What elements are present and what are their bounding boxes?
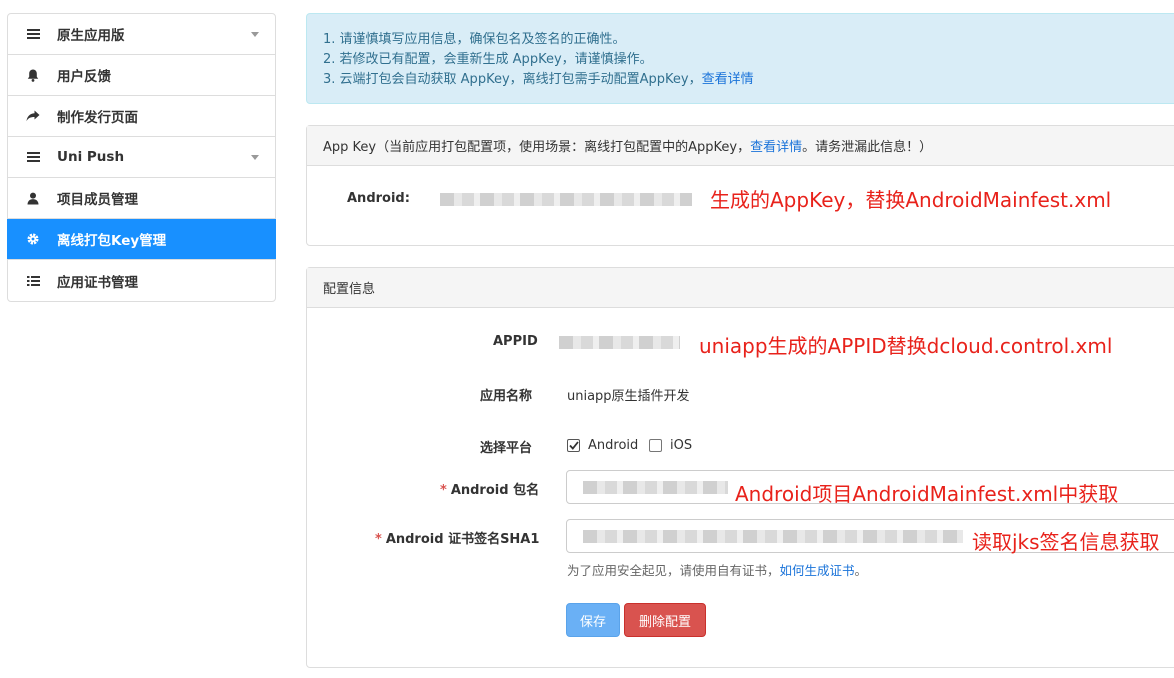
sidebar-item-label: 原生应用版 [57, 28, 125, 44]
ios-checkbox-label: iOS [670, 438, 693, 453]
android-checkbox[interactable]: Android [567, 438, 638, 453]
required-mark: * [440, 483, 447, 498]
sha1-annotation: 读取jks签名信息获取 [972, 530, 1160, 554]
appkey-heading-text: App Key（当前应用打包配置项，使用场景：离线打包配置中的AppKey， [323, 140, 751, 155]
bell-icon [24, 66, 42, 84]
platform-label: 选择平台 [480, 441, 533, 456]
certificate-help-prefix: 为了应用安全起见，请使用自有证书， [567, 563, 780, 578]
android-appkey-label: Android: [347, 191, 410, 206]
package-name-annotation: Android项目AndroidMainfest.xml中获取 [735, 482, 1119, 506]
config-panel: 配置信息 APPID uniapp生成的APPID替换dcloud.contro… [306, 267, 1174, 668]
sidebar-item-offline-key[interactable]: 离线打包Key管理 [7, 219, 276, 260]
sidebar-item-label: Uni Push [57, 149, 125, 165]
delete-config-button[interactable]: 删除配置 [624, 603, 706, 637]
info-alert: 1. 请谨慎填写应用信息，确保包名及签名的正确性。 2. 若修改已有配置，会重新… [306, 13, 1174, 104]
sidebar-item-label: 项目成员管理 [57, 192, 138, 208]
how-to-generate-cert-link[interactable]: 如何生成证书 [780, 563, 855, 578]
certificate-help-text: 为了应用安全起见，请使用自有证书，如何生成证书。 [567, 560, 867, 579]
user-icon [24, 189, 42, 207]
sidebar-item-members[interactable]: 项目成员管理 [8, 178, 275, 219]
app-name-value: uniapp原生插件开发 [567, 389, 690, 404]
sha1-label: * Android 证书签名SHA1 [375, 528, 539, 547]
appid-annotation: uniapp生成的APPID替换dcloud.control.xml [699, 334, 1113, 358]
appid-value-redacted [559, 336, 680, 349]
list-icon [24, 25, 42, 43]
appkey-panel-heading: App Key（当前应用打包配置项，使用场景：离线打包配置中的AppKey， 查看… [307, 126, 1174, 166]
certificate-help-suffix: 。 [854, 563, 868, 578]
list-lines-icon [24, 272, 42, 290]
checkbox-unchecked-icon [649, 439, 662, 452]
android-checkbox-label: Android [588, 438, 639, 453]
list-icon [24, 148, 42, 166]
sidebar-item-label: 制作发行页面 [57, 110, 138, 126]
appkey-annotation: 生成的AppKey，替换AndroidMainfest.xml [710, 188, 1112, 212]
sha1-redacted [583, 530, 963, 543]
package-name-label-text: Android 包名 [450, 483, 540, 498]
package-name-redacted [583, 481, 728, 494]
chevron-down-icon [251, 155, 259, 160]
app-name-label: 应用名称 [480, 389, 533, 404]
alert-line-3: 3. 云端打包会自动获取 AppKey，离线打包需手动配置AppKey，查看详情 [323, 70, 1169, 90]
sidebar-item-uni-push[interactable]: Uni Push [8, 137, 275, 178]
appkey-details-link[interactable]: 查看详情 [750, 136, 802, 155]
sidebar-item-release-page[interactable]: 制作发行页面 [8, 96, 275, 137]
required-mark: * [375, 532, 382, 547]
sha1-label-text: Android 证书签名SHA1 [385, 532, 540, 547]
appkey-panel: App Key（当前应用打包配置项，使用场景：离线打包配置中的AppKey， 查看… [306, 125, 1174, 246]
alert-details-link[interactable]: 查看详情 [702, 72, 754, 87]
appid-label: APPID [493, 334, 538, 349]
appkey-heading-suffix: 。请务泄漏此信息！） [802, 140, 933, 155]
sidebar-item-label: 应用证书管理 [57, 274, 138, 291]
sidebar-item-label: 用户反馈 [57, 69, 111, 85]
checkbox-checked-icon [567, 439, 580, 452]
sidebar-item-native-app[interactable]: 原生应用版 [8, 14, 275, 55]
alert-line-2: 2. 若修改已有配置，会重新生成 AppKey，请谨慎操作。 [323, 52, 653, 67]
gear-icon [24, 230, 42, 248]
alert-line-3-text: 3. 云端打包会自动获取 AppKey，离线打包需手动配置AppKey， [323, 72, 702, 87]
sidebar-item-certificates[interactable]: 应用证书管理 [8, 260, 275, 301]
share-arrow-icon [24, 107, 42, 125]
alert-line-1: 1. 请谨慎填写应用信息，确保包名及签名的正确性。 [323, 32, 626, 47]
sidebar-item-label: 离线打包Key管理 [57, 233, 167, 249]
package-name-label: * Android 包名 [440, 479, 539, 498]
chevron-down-icon [251, 32, 259, 37]
sidebar-item-feedback[interactable]: 用户反馈 [8, 55, 275, 96]
config-panel-heading: 配置信息 [307, 268, 1174, 308]
sidebar: 原生应用版 用户反馈 制作发行页面 Uni Push 项目成员管理 离线打包Ke… [7, 13, 276, 302]
appkey-value-redacted [440, 193, 692, 206]
save-button[interactable]: 保存 [566, 603, 620, 637]
ios-checkbox[interactable]: iOS [649, 438, 692, 453]
